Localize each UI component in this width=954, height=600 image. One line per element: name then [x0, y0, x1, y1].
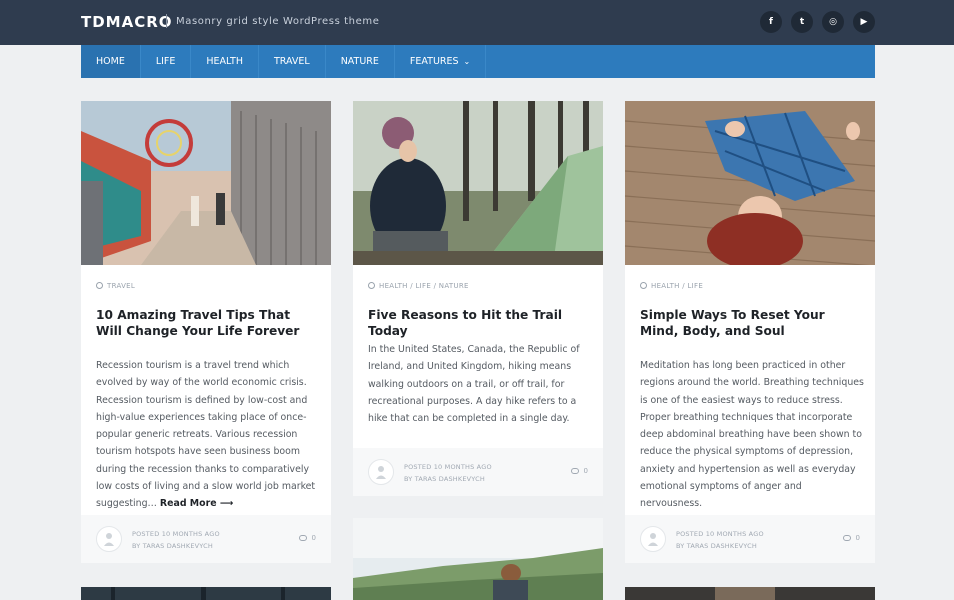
nav-label: HOME	[96, 56, 125, 67]
post-meta: POSTED 10 MONTHS AGO BY TARAS DASHKEVYCH…	[625, 515, 875, 563]
post-image-next-2[interactable]	[353, 518, 603, 600]
comment-icon	[842, 535, 851, 541]
nav-label: NATURE	[340, 56, 379, 67]
category-label: HEALTH / LIFE	[651, 282, 704, 290]
avatar[interactable]	[368, 459, 394, 485]
post-image-next-3[interactable]	[625, 587, 875, 600]
twitter-icon[interactable]: t	[791, 11, 813, 33]
author-avatar-icon	[648, 533, 658, 546]
post-date: POSTED 10 MONTHS AGO	[132, 530, 220, 538]
site-tagline: Masonry grid style WordPress theme	[176, 16, 380, 27]
post-meta-text: POSTED 10 MONTHS AGO BY TARAS DASHKEVYCH	[404, 461, 492, 485]
post-excerpt: In the United States, Canada, the Republ…	[368, 344, 580, 425]
post-image-carnival[interactable]	[81, 101, 331, 265]
nav-label: TRAVEL	[273, 56, 310, 67]
post-excerpt: Recession tourism is a travel trend whic…	[96, 357, 321, 513]
post-card-3: HEALTH / LIFE Simple Ways To Reset Your …	[625, 101, 875, 563]
comment-count[interactable]: 0	[570, 467, 588, 475]
post-image-next-1[interactable]	[81, 587, 331, 600]
nav-label: FEATURES	[409, 56, 459, 67]
nav-label: LIFE	[155, 56, 176, 67]
post-card-1: TRAVEL 10 Amazing Travel Tips That Will …	[81, 101, 331, 563]
comment-icon	[570, 468, 579, 474]
post-meta: POSTED 10 MONTHS AGO BY TARAS DASHKEVYCH…	[353, 448, 603, 496]
post-date: POSTED 10 MONTHS AGO	[404, 463, 492, 471]
post-author[interactable]: BY TARAS DASHKEVYCH	[404, 473, 492, 485]
facebook-icon[interactable]: f	[760, 11, 782, 33]
post-category[interactable]: HEALTH / LIFE / NATURE	[368, 282, 469, 290]
comment-number: 0	[583, 467, 588, 475]
top-bar: TDMACRO Masonry grid style WordPress the…	[0, 0, 954, 45]
post-title[interactable]: Simple Ways To Reset Your Mind, Body, an…	[640, 307, 862, 339]
tag-icon	[368, 282, 375, 289]
chevron-down-icon: ⌄	[463, 57, 471, 66]
post-category[interactable]: HEALTH / LIFE	[640, 282, 703, 290]
post-meta-text: POSTED 10 MONTHS AGO BY TARAS DASHKEVYCH	[132, 528, 220, 552]
category-label: HEALTH / LIFE / NATURE	[379, 282, 469, 290]
author-avatar-icon	[104, 533, 114, 546]
excerpt-text: Recession tourism is a travel trend whic…	[96, 360, 316, 510]
category-label: TRAVEL	[107, 282, 136, 290]
post-author[interactable]: BY TARAS DASHKEVYCH	[132, 540, 220, 552]
site-logo[interactable]: TDMACRO	[81, 13, 173, 31]
brand-divider	[166, 14, 167, 28]
main-nav: HOME LIFE HEALTH TRAVEL NATURE FEATURES ⌄	[81, 45, 875, 78]
post-excerpt: Meditation has long been practiced in ot…	[640, 360, 864, 510]
read-more-link[interactable]: Read More ⟶	[160, 498, 233, 509]
tag-icon	[640, 282, 647, 289]
nav-item-travel[interactable]: TRAVEL	[259, 45, 326, 78]
post-title[interactable]: 10 Amazing Travel Tips That Will Change …	[96, 307, 318, 339]
comment-count[interactable]: 0	[842, 534, 860, 542]
nav-item-health[interactable]: HEALTH	[191, 45, 259, 78]
youtube-icon[interactable]: ▶	[853, 11, 875, 33]
post-image-camping[interactable]	[353, 101, 603, 265]
comment-icon	[298, 535, 307, 541]
nav-item-life[interactable]: LIFE	[141, 45, 192, 78]
avatar[interactable]	[640, 526, 666, 552]
post-meta: POSTED 10 MONTHS AGO BY TARAS DASHKEVYCH…	[81, 515, 331, 563]
post-image-relax[interactable]	[625, 101, 875, 265]
post-date: POSTED 10 MONTHS AGO	[676, 530, 764, 538]
author-avatar-icon	[376, 466, 386, 479]
post-author[interactable]: BY TARAS DASHKEVYCH	[676, 540, 764, 552]
comment-count[interactable]: 0	[298, 534, 316, 542]
post-card-2: HEALTH / LIFE / NATURE Five Reasons to H…	[353, 101, 603, 496]
nav-item-nature[interactable]: NATURE	[326, 45, 395, 78]
nav-label: HEALTH	[206, 56, 243, 67]
post-meta-text: POSTED 10 MONTHS AGO BY TARAS DASHKEVYCH	[676, 528, 764, 552]
social-links: f t ◎ ▶	[760, 11, 875, 33]
nav-item-home[interactable]: HOME	[81, 45, 141, 78]
avatar[interactable]	[96, 526, 122, 552]
nav-item-features[interactable]: FEATURES ⌄	[395, 45, 487, 78]
post-category[interactable]: TRAVEL	[96, 282, 135, 290]
post-title[interactable]: Five Reasons to Hit the Trail Today	[368, 307, 590, 339]
instagram-icon[interactable]: ◎	[822, 11, 844, 33]
comment-number: 0	[311, 534, 316, 542]
comment-number: 0	[855, 534, 860, 542]
tag-icon	[96, 282, 103, 289]
